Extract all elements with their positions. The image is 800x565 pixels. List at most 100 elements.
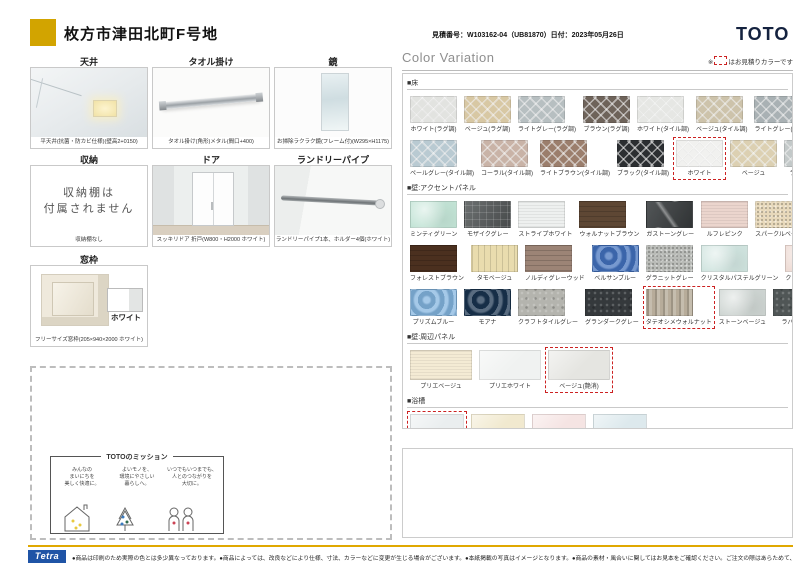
swatch-label: スパークルベージュ [755,232,792,238]
product-caption: フリーサイズ窓枠(205×940×2000 ホワイト) [31,335,147,346]
swatch-label: タモベージュ [476,276,513,282]
swatch-label: グラニットグレー [645,276,694,282]
color-swatch: ミンティグリーン [407,198,460,241]
swatch-color [410,96,457,123]
swatch-color [518,96,565,123]
cv-swatch-row: プリズムブルー モアナ クラフトタイルグレー グランダークグレー タテオシメウォルナット… [407,286,792,329]
color-swatch-selected: タテオシメウォルナット [642,286,715,329]
swatch-color [410,140,457,167]
swatch-color [532,414,586,428]
color-swatch: タモベージュ [468,242,521,285]
swatch-color [696,96,743,123]
swatch-color [410,289,457,316]
color-variation-title: Color Variation [402,50,495,65]
swatch-color [645,289,693,316]
color-swatch: ストーンベージュ [716,286,769,329]
product-caption: 収納棚なし [31,235,147,246]
swatch-label: ミンティグリーン [410,232,458,238]
product-laundry-pipe: ランドリーパイプ ランドリーパイプ1本、ホルダー4個(ホワイト) [274,153,392,247]
color-swatch: クリスタルパステルピンク [782,242,792,285]
swatch-label: ホワイト(タイル調) [637,127,689,133]
cv-group-title: ■壁:周辺パネル [407,330,788,344]
color-swatch: ルフレピンク [698,198,751,241]
swatch-label: ブラック(タイル調) [617,171,669,177]
swatch-color [637,96,684,123]
color-swatch: ホワイト(ラグ調) [407,93,460,136]
cv-swatch-row: ペールグレー(タイル調) コーラル(タイル調) ライトブラウン(タイル調) ブラック(… [407,137,792,180]
swatch-label: ウォルナットブラウン [579,232,640,238]
product-caption: タオル掛け(角形)メタル(間口+400) [153,137,269,148]
swatch-color [410,350,472,380]
product-image-box: ランドリーパイプ1本、ホルダー4個(ホワイト) [274,165,392,247]
color-swatch: ラバグレー [770,286,793,329]
mission-column: いつでもいつまでも、 人とのつながりを 大切に。 [167,467,217,487]
cv-group-tub: ■浴槽ホワイトベージュピンクブルー [407,394,788,428]
product-image-box: スッキリドア 折戸(W800・H2000 ホワイト) [152,165,270,247]
swatch-color [525,245,573,272]
swatch-color [540,140,587,167]
swatch-color [718,289,766,316]
swatch-label: ベージュ(タイル調) [696,127,748,133]
swatch-label: ストライプホワイト [518,232,573,238]
swatch-color [585,289,633,316]
swatch-color [701,201,749,228]
swatch-label: ブラウン(ラグ調) [583,127,630,133]
color-swatch: ストライプホワイト [515,198,575,241]
swatch-label: モアナ [478,320,497,326]
dashed-box-icon [714,56,728,65]
tetra-logo: Tetra [28,550,66,563]
color-swatch: スパークルベージュ [752,198,792,241]
swatch-color [785,245,792,272]
swatch-color [464,201,512,228]
color-swatch: ライトブラウン(タイル調) [537,137,613,180]
cv-swatch-row: プリエベージュ プリエホワイト ベージュ(艶消) [407,347,788,393]
swatch-label: クリスタルパステルグリーン [700,276,779,282]
brand-color-square [30,19,56,46]
mission-column: みんなの まいにちを 美しく快適に。 [64,467,100,487]
color-swatch: ウォルナットブラウン [576,198,642,241]
swatch-color [410,414,464,428]
product-storage: 収納 収納棚は 付属されません 収納棚なし [30,153,148,247]
product-door: ドア スッキリドア 折戸(W800・H2000 ホワイト) [152,153,270,247]
product-title: タオル掛け [188,57,234,67]
swatch-color [646,201,694,228]
color-swatch: ホワイト(タイル調) [634,93,692,136]
ceiling-light-icon [93,100,117,117]
product-caption: ランドリーパイプ1本、ホルダー4個(ホワイト) [275,235,391,246]
color-swatch-selected: ホワイト [407,411,467,428]
swatch-color [464,289,511,316]
cv-group-floor: ■床 ホワイト(ラグ調) ベージュ(ラグ調) ライトグレー(ラグ調) ブラウン(ラグ調)… [407,76,792,180]
swatch-label: タテオシメウォルナット [645,320,712,326]
swatch-color [481,140,528,167]
storage-note-line: 付属されません [43,202,135,215]
swatch-label: プリズムブルー [412,320,455,326]
product-caption: 平天井(抗菌・防カビ仕様)(壁高2+0150) [31,137,147,148]
estimate-color-note: ※ はお見積りカラーです [708,56,793,66]
window-color-swatch [107,288,143,312]
mission-title: TOTOのミッション [101,454,173,461]
color-swatch: ブルー [590,411,650,428]
swatch-color [772,289,792,316]
swatch-label: ラバグレー [781,320,793,326]
swatch-color [754,96,792,123]
color-swatch: ベージュ(タイル調) [693,93,750,136]
footer-divider [28,545,793,547]
door-photo [153,166,269,235]
swatch-label: ライトグレー [784,168,792,177]
swatch-label: ライトグレー(ラグ調) [518,127,576,133]
estimate-number: 見積番号：W103162-04（UB81870）日付：2023年05月26日 [432,32,624,39]
swatch-label: ルフレピンク [706,232,743,238]
swatch-color [579,201,627,228]
ceiling-photo [31,68,147,137]
color-swatch: プリエベージュ [407,347,475,393]
swatch-label: クリスタルパステルピンク [785,276,792,282]
swatch-label: ベージュ [741,171,766,177]
color-swatch-selected: ホワイト [673,137,726,180]
product-image-box: タオル掛け(角形)メタル(間口+400) [152,67,270,149]
cv-swatch-row: フォレストブラウン タモベージュ ノルディグレーウッド ベルサンブルー グラニットグレー… [407,242,792,285]
swatch-label: ホワイト(ラグ調) [410,127,457,133]
cv-swatch-row: ホワイトベージュピンクブルー [407,411,788,428]
color-swatch: ベルサンブルー [589,242,642,285]
swatch-color [700,245,748,272]
color-swatch: モザイクグレー [461,198,514,241]
